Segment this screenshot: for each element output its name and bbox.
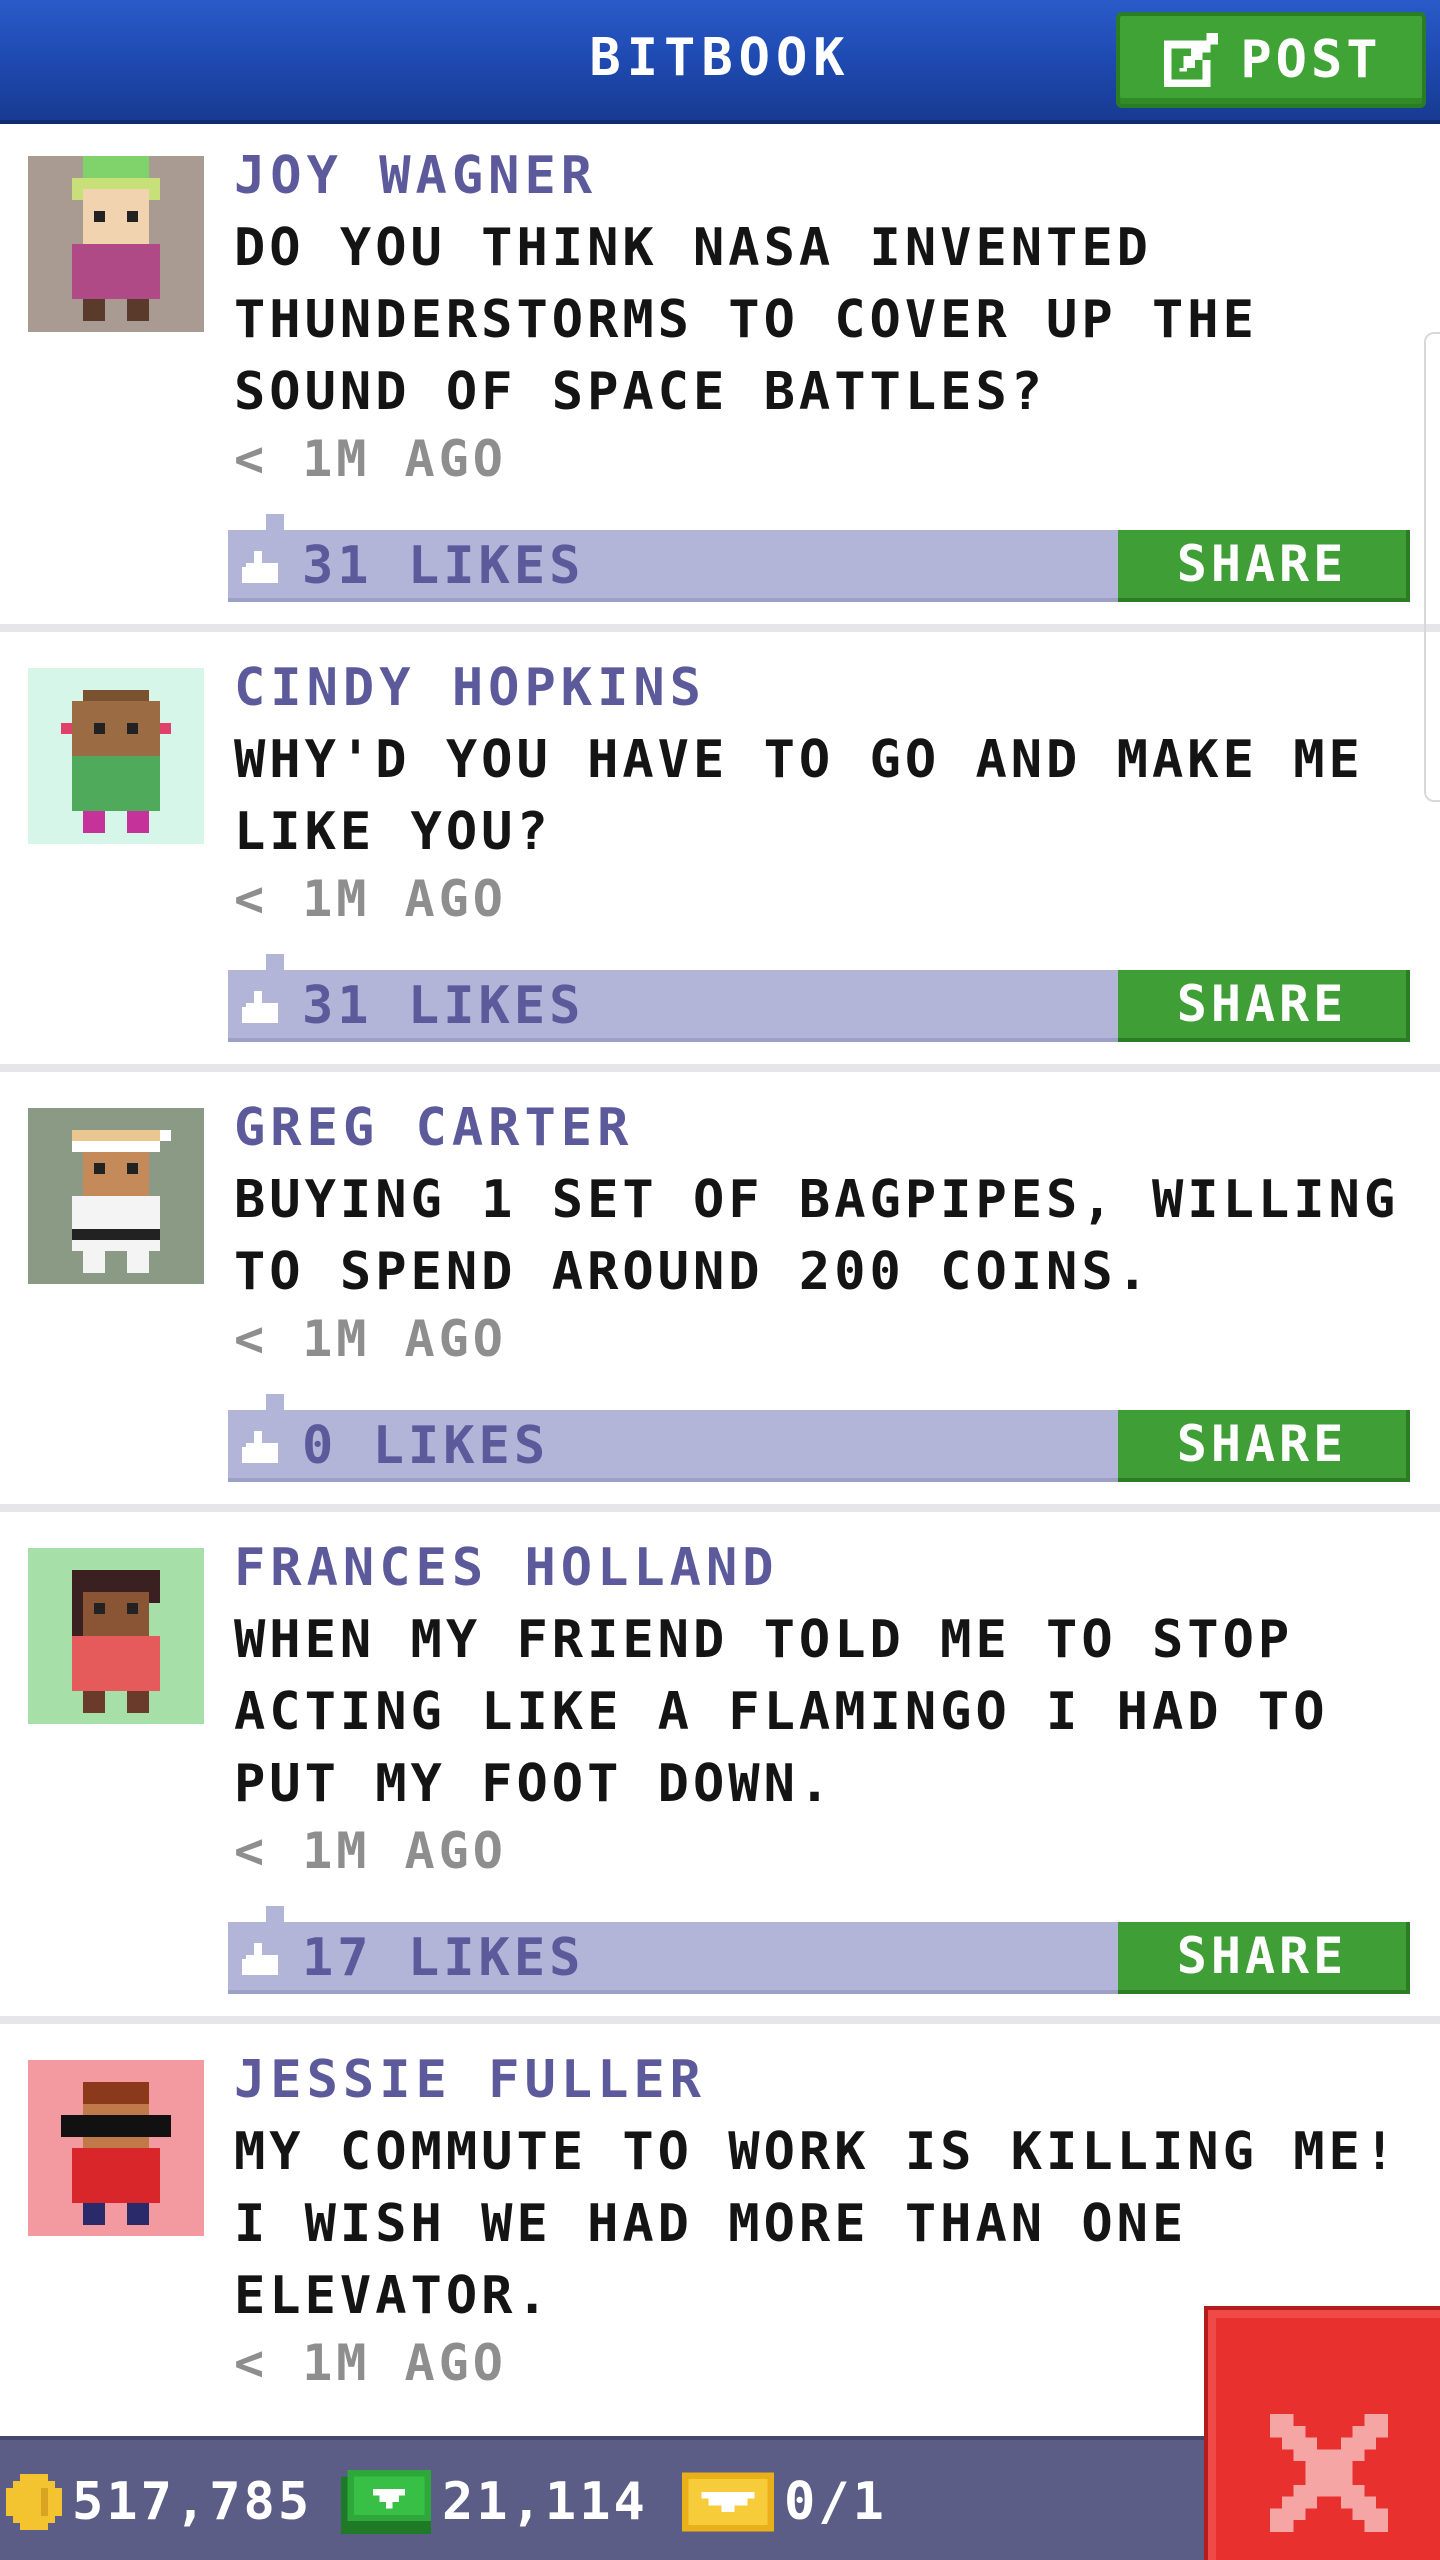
likes-bar: 0 LIKES SHARE	[228, 1394, 1410, 1482]
post-message: MY COMMUTE TO WORK IS KILLING ME! I WISH…	[234, 2122, 1400, 2326]
share-button[interactable]: SHARE	[1118, 1922, 1410, 1994]
post-time: < 1M AGO	[234, 2334, 507, 2392]
ticket-icon	[682, 2472, 774, 2532]
likes-bar-notch	[266, 1906, 284, 1922]
coins-count: 517,785	[72, 2472, 313, 2532]
bux-count: 21,114	[442, 2472, 648, 2532]
post-message: BUYING 1 SET OF BAGPIPES, WILLING TO SPE…	[234, 1170, 1400, 1302]
close-icon	[1270, 2414, 1388, 2532]
thumbs-up-icon[interactable]	[242, 1430, 282, 1464]
likes-bar-notch	[266, 1394, 284, 1410]
bux-icon	[341, 2470, 431, 2534]
post-time: < 1M AGO	[234, 870, 507, 928]
share-button[interactable]: SHARE	[1118, 970, 1410, 1042]
edit-icon	[1164, 32, 1219, 88]
post-divider	[0, 624, 1440, 632]
avatar[interactable]	[28, 1108, 204, 1284]
tickets-stat: 0/1	[682, 2466, 887, 2538]
avatar[interactable]	[28, 2060, 204, 2236]
app-header: BITBOOK POST	[0, 0, 1440, 124]
likes-bar: 17 LIKES SHARE	[228, 1906, 1410, 1994]
post-author[interactable]: FRANCES HOLLAND	[234, 1538, 779, 1598]
post-time: < 1M AGO	[234, 430, 507, 488]
likes-bar: 31 LIKES SHARE	[228, 514, 1410, 602]
post-message: WHEN MY FRIEND TOLD ME TO STOP ACTING LI…	[234, 1610, 1329, 1814]
post-time: < 1M AGO	[234, 1822, 507, 1880]
thumbs-up-icon[interactable]	[242, 990, 282, 1024]
coins-stat: 517,785	[6, 2466, 312, 2538]
tickets-count: 0/1	[784, 2472, 887, 2532]
post-button[interactable]: POST	[1116, 12, 1426, 108]
post-message: DO YOU THINK NASA INVENTED THUNDERSTORMS…	[234, 218, 1258, 422]
thumbs-up-icon[interactable]	[242, 550, 282, 584]
likes-bar-notch	[266, 954, 284, 970]
post-author[interactable]: JESSIE FULLER	[234, 2050, 706, 2110]
post-divider	[0, 1504, 1440, 1512]
post-button-label: POST	[1240, 30, 1382, 90]
post-time: < 1M AGO	[234, 1310, 507, 1368]
post-author[interactable]: CINDY HOPKINS	[234, 658, 706, 718]
avatar[interactable]	[28, 668, 204, 844]
thumbs-up-icon[interactable]	[242, 1942, 282, 1976]
close-button[interactable]	[1204, 2306, 1440, 2560]
post-author[interactable]: GREG CARTER	[234, 1098, 633, 1158]
avatar[interactable]	[28, 1548, 204, 1724]
avatar[interactable]	[28, 156, 204, 332]
coin-icon	[6, 2474, 62, 2530]
share-button[interactable]: SHARE	[1118, 530, 1410, 602]
bux-stat: 21,114	[340, 2466, 648, 2538]
post-divider	[0, 1064, 1440, 1072]
likes-bar-notch	[266, 514, 284, 530]
post-divider	[0, 2016, 1440, 2024]
scrollbar[interactable]	[1424, 332, 1440, 802]
post-author[interactable]: JOY WAGNER	[234, 146, 597, 206]
likes-count: 31 LIKES	[302, 536, 585, 596]
post-message: WHY'D YOU HAVE TO GO AND MAKE ME LIKE YO…	[234, 730, 1364, 862]
likes-count: 0 LIKES	[302, 1416, 550, 1476]
likes-count: 17 LIKES	[302, 1928, 585, 1988]
likes-count: 31 LIKES	[302, 976, 585, 1036]
share-button[interactable]: SHARE	[1118, 1410, 1410, 1482]
likes-bar: 31 LIKES SHARE	[228, 954, 1410, 1042]
